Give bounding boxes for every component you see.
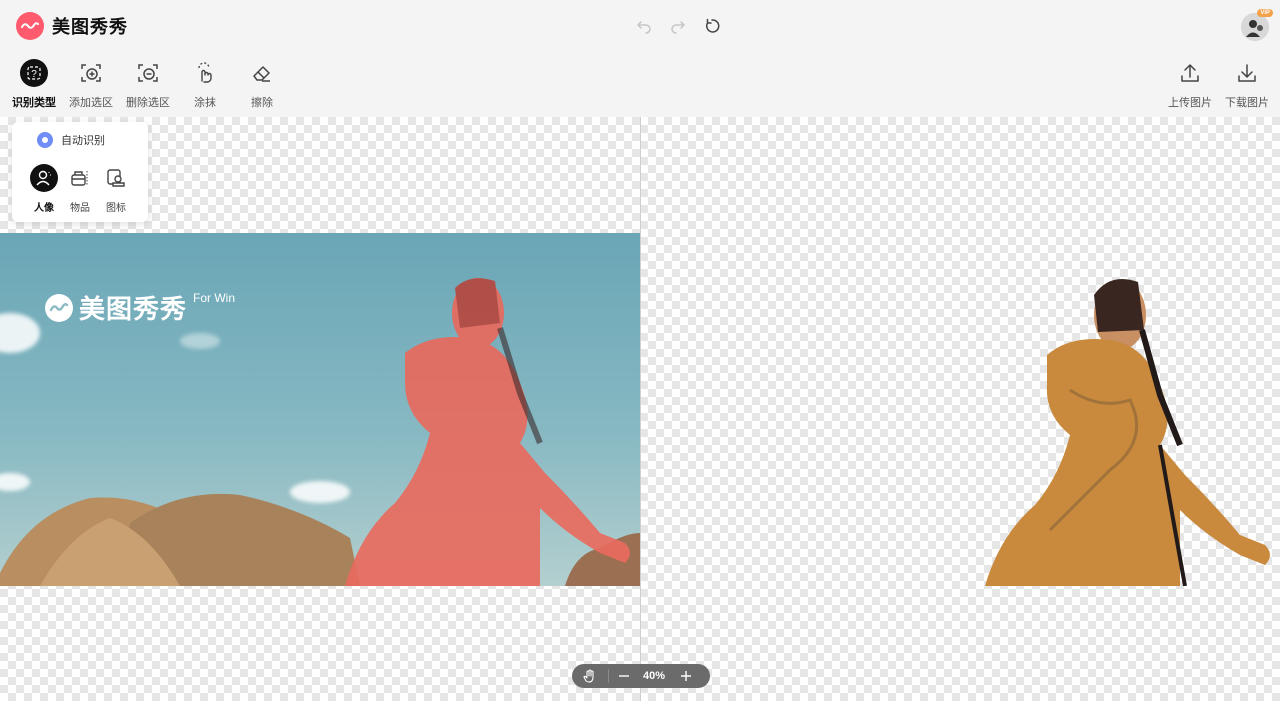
type-label: 图标 — [106, 203, 126, 214]
meitu-logo-icon — [16, 12, 44, 40]
tool-upload-image[interactable]: 上传图片 — [1162, 58, 1218, 110]
vip-badge: VIP — [1257, 9, 1273, 17]
undo-icon[interactable] — [632, 14, 656, 38]
user-avatar[interactable]: VIP — [1241, 9, 1273, 41]
question-icon: ? — [19, 58, 49, 88]
tool-label: 涂抹 — [194, 97, 216, 109]
reset-icon[interactable] — [700, 14, 724, 38]
tool-label: 上传图片 — [1168, 97, 1212, 109]
avatar-icon — [1241, 13, 1269, 41]
app-logo: 美图秀秀 — [16, 12, 128, 40]
download-icon — [1232, 58, 1262, 88]
compare-divider[interactable] — [640, 117, 641, 701]
type-icon[interactable]: 图标 — [102, 164, 130, 214]
original-image[interactable]: 美图秀秀 For Win — [0, 233, 640, 586]
upload-icon — [1175, 58, 1205, 88]
tool-label: 擦除 — [251, 97, 273, 109]
tool-erase[interactable]: 擦除 — [234, 58, 290, 110]
type-portrait[interactable]: 人像 — [30, 164, 58, 214]
tool-remove-selection[interactable]: 删除选区 — [120, 58, 176, 110]
toolbar: ? 识别类型 添加选区 删除选区 涂抹 擦除 上传图片 下载图片 — [0, 58, 1280, 116]
auto-detect-option[interactable]: 自动识别 — [37, 132, 105, 148]
recognition-type-popup: 自动识别 人像 物品 图标 — [12, 122, 148, 222]
remove-selection-icon — [133, 58, 163, 88]
bag-icon — [66, 164, 94, 192]
zoom-in-icon[interactable] — [669, 664, 703, 688]
stamp-icon — [102, 164, 130, 192]
top-bar: 美图秀秀 VIP — [0, 0, 1280, 54]
type-object[interactable]: 物品 — [66, 164, 94, 214]
tool-label: 删除选区 — [126, 97, 170, 109]
tool-smear[interactable]: 涂抹 — [177, 58, 233, 110]
auto-detect-label: 自动识别 — [61, 135, 105, 147]
tool-label: 添加选区 — [69, 97, 113, 109]
watermark-text: 美图秀秀 — [79, 294, 188, 324]
app-name: 美图秀秀 — [52, 17, 128, 37]
tool-recognition-type[interactable]: ? 识别类型 — [6, 58, 62, 110]
eraser-icon — [247, 58, 277, 88]
cutout-result-image[interactable] — [960, 270, 1280, 586]
zoom-out-icon[interactable] — [609, 664, 639, 688]
history-controls — [632, 14, 724, 38]
scene-illustration — [0, 278, 640, 586]
hand-pan-icon[interactable] — [572, 664, 608, 688]
person-icon — [30, 164, 58, 192]
add-selection-icon — [76, 58, 106, 88]
zoom-value: 40% — [642, 670, 666, 682]
tool-add-selection[interactable]: 添加选区 — [63, 58, 119, 110]
tool-download-image[interactable]: 下载图片 — [1219, 58, 1275, 110]
smear-hand-icon — [190, 58, 220, 88]
watermark: 美图秀秀 For Win — [45, 289, 235, 326]
radio-selected-icon[interactable] — [37, 132, 53, 148]
zoom-bar: 40% — [572, 664, 710, 688]
type-label: 人像 — [34, 203, 54, 214]
watermark-logo-icon — [45, 293, 73, 322]
tool-label: 下载图片 — [1225, 97, 1269, 109]
cutout-person — [985, 278, 1270, 586]
watermark-subtext: For Win — [193, 291, 236, 305]
type-options: 人像 物品 图标 — [30, 164, 130, 214]
redo-icon[interactable] — [666, 14, 690, 38]
svg-text:?: ? — [31, 69, 37, 80]
tool-label: 识别类型 — [12, 97, 56, 109]
type-label: 物品 — [70, 203, 90, 214]
